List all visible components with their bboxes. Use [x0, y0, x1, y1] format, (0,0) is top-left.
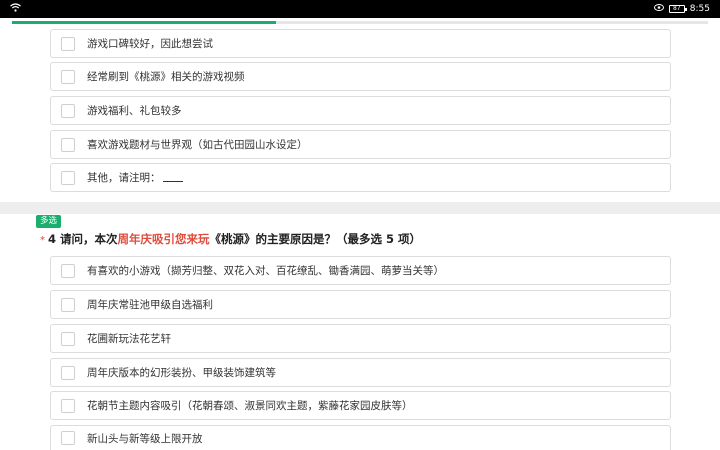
checkbox[interactable]	[61, 297, 75, 312]
checkbox[interactable]	[61, 69, 75, 84]
battery-icon: 87	[668, 5, 687, 13]
checkbox[interactable]	[61, 431, 75, 445]
option-q4-5[interactable]: 花朝节主题内容吸引（花朝春颂、淑景同欢主题，紫藤花家园皮肤等）	[50, 391, 671, 420]
question-title: * 4 请问，本次周年庆吸引您来玩《桃源》的主要原因是？（最多选 5 项）	[40, 231, 421, 247]
multi-select-badge: 多选	[36, 215, 62, 228]
checkbox[interactable]	[61, 103, 75, 118]
option-prev-other[interactable]: 其他，请注明：	[50, 163, 671, 192]
option-label: 喜欢游戏题材与世界观（如古代田园山水设定）	[87, 139, 308, 151]
option-label: 经常刷到《桃源》相关的游戏视频	[87, 71, 245, 83]
checkbox[interactable]	[61, 137, 75, 152]
option-label: 有喜欢的小游戏（撷芳归整、双花入对、百花缭乱、锄香满园、萌萝当关等）	[87, 265, 444, 277]
checkbox[interactable]	[61, 263, 75, 278]
option-label: 花圃新玩法花艺轩	[87, 333, 171, 345]
question-text-highlight: 周年庆吸引您来玩	[117, 232, 210, 246]
checkbox[interactable]	[61, 170, 75, 185]
option-prev-1[interactable]: 游戏口碑较好，因此想尝试	[50, 29, 671, 58]
option-q4-3[interactable]: 花圃新玩法花艺轩	[50, 324, 671, 353]
option-q4-1[interactable]: 有喜欢的小游戏（撷芳归整、双花入对、百花缭乱、锄香满园、萌萝当关等）	[50, 256, 671, 285]
option-label: 新山头与新等级上限开放	[87, 432, 203, 445]
fill-in-blank[interactable]	[162, 181, 183, 182]
option-label: 其他，请注明：	[87, 170, 183, 185]
option-label: 游戏口碑较好，因此想尝试	[87, 38, 213, 50]
question-text-before: 请问，本次	[60, 232, 118, 246]
checkbox[interactable]	[61, 365, 75, 380]
option-q4-6[interactable]: 新山头与新等级上限开放	[50, 425, 671, 450]
eye-icon	[653, 4, 664, 14]
option-label: 周年庆常驻池甲级自选福利	[87, 299, 213, 311]
survey-progress-fill	[12, 21, 277, 24]
checkbox[interactable]	[61, 398, 75, 413]
option-q4-4[interactable]: 周年庆版本的幻形装扮、甲级装饰建筑等	[50, 358, 671, 387]
option-prev-2[interactable]: 经常刷到《桃源》相关的游戏视频	[50, 62, 671, 91]
wifi-icon	[10, 3, 21, 15]
survey-progress-bar	[12, 21, 708, 24]
question-text-after: 《桃源》的主要原因是？（最多选 5 项）	[209, 232, 422, 246]
checkbox[interactable]	[61, 36, 75, 51]
option-q4-2[interactable]: 周年庆常驻池甲级自选福利	[50, 290, 671, 319]
section-divider	[0, 202, 720, 214]
option-label: 花朝节主题内容吸引（花朝春颂、淑景同欢主题，紫藤花家园皮肤等）	[87, 400, 413, 412]
question-number: 4	[48, 232, 57, 246]
option-prev-3[interactable]: 游戏福利、礼包较多	[50, 96, 671, 125]
status-bar: 87 8:55	[0, 0, 720, 18]
option-label: 周年庆版本的幻形装扮、甲级装饰建筑等	[87, 367, 276, 379]
required-mark: *	[40, 235, 45, 246]
option-prev-4[interactable]: 喜欢游戏题材与世界观（如古代田园山水设定）	[50, 130, 671, 159]
clock: 8:55	[689, 4, 710, 14]
checkbox[interactable]	[61, 331, 75, 346]
option-label: 游戏福利、礼包较多	[87, 105, 182, 117]
